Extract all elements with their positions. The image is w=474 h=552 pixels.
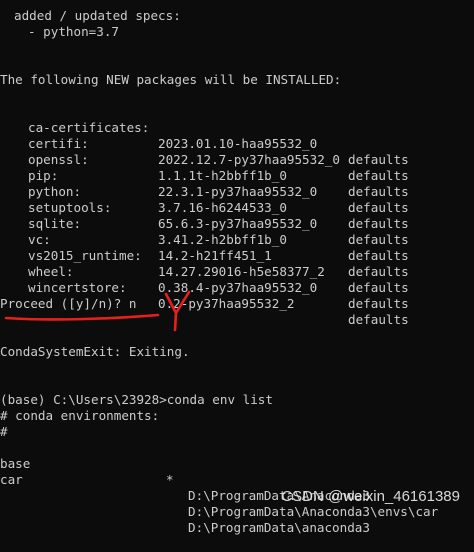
package-channel: defaults (348, 200, 409, 215)
package-version: 14.27.29016-h5e58377_2 (158, 264, 325, 279)
command-line[interactable]: (base) C:\Users\23928>conda env list (0, 392, 273, 408)
package-channel: defaults (348, 312, 409, 327)
package-channel: defaults (348, 184, 409, 199)
active-environment-marker: * (166, 472, 174, 487)
package-channel: defaults (348, 168, 409, 183)
package-channel: defaults (348, 248, 409, 263)
package-row: python: 3.7.16-h6244533_0 defaults (0, 168, 409, 231)
env-list-header: # conda environments: (0, 408, 160, 423)
package-channel: defaults (348, 264, 409, 279)
package-row: vc: 14.2-h21ff451_1 defaults (0, 216, 409, 279)
package-channel: defaults (348, 152, 409, 167)
package-channel: defaults (348, 280, 409, 295)
package-name: wincertstore: (28, 280, 127, 295)
package-version: 3.7.16-h6244533_0 (158, 200, 287, 215)
environment-row: car D:\ProgramData\Anaconda3\envs\car (0, 456, 438, 519)
proceed-prompt[interactable]: Proceed ([y]/n)? n (0, 296, 136, 312)
package-channel: defaults (348, 232, 409, 247)
package-row: wheel: 0.38.4-py37haa95532_0 defaults (0, 248, 409, 311)
csdn-watermark: CSDN @weixin_46161389 (281, 488, 460, 505)
package-version: 14.2-h21ff451_1 (158, 248, 272, 263)
package-version: 22.3.1-py37haa95532_0 (158, 184, 318, 199)
environment-row: base * D:\ProgramData\Anaconda3 (0, 440, 370, 503)
specs-header: added / updated specs: (14, 8, 181, 23)
specs-item: - python=3.7 (28, 24, 119, 39)
package-version: 65.6.3-py37haa95532_0 (158, 216, 318, 231)
package-row: vs2015_runtime: 14.27.29016-h5e58377_2 d… (0, 232, 409, 295)
package-version: 2022.12.7-py37haa95532_0 (158, 152, 340, 167)
package-version: 0.2-py37haa95532_2 (158, 296, 295, 311)
package-row: setuptools: 65.6.3-py37haa95532_0 defaul… (0, 184, 409, 247)
package-row: pip: 22.3.1-py37haa95532_0 defaults (0, 152, 409, 215)
terminal-window[interactable]: added / updated specs: - python=3.7 The … (0, 0, 474, 535)
environment-path: D:\ProgramData\Anaconda3\envs\car (188, 504, 439, 519)
package-version: 0.38.4-py37haa95532_0 (158, 280, 318, 295)
environment-row: D:\ProgramData\anaconda3 (0, 472, 370, 535)
environment-path: D:\ProgramData\anaconda3 (188, 520, 370, 535)
package-version: 2023.01.10-haa95532_0 (158, 136, 318, 151)
exit-message: CondaSystemExit: Exiting. (0, 344, 190, 359)
package-name: ca-certificates: (28, 120, 150, 135)
new-packages-header: The following NEW packages will be INSTA… (0, 72, 342, 87)
package-version: 1.1.1t-h2bbff1b_0 (158, 168, 287, 183)
package-channel: defaults (348, 216, 409, 231)
env-list-hash: # (0, 424, 8, 439)
package-channel: defaults (348, 296, 409, 311)
package-version: 3.41.2-h2bbff1b_0 (158, 232, 287, 247)
package-row: wincertstore: 0.2-py37haa95532_2 default… (0, 264, 409, 327)
package-row: openssl: 1.1.1t-h2bbff1b_0 defaults (0, 136, 409, 199)
package-row: ca-certificates: 2023.01.10-haa95532_0 d… (0, 104, 409, 167)
package-row: certifi: 2022.12.7-py37haa95532_0 defaul… (0, 120, 409, 183)
package-row: sqlite: 3.41.2-h2bbff1b_0 defaults (0, 200, 409, 263)
